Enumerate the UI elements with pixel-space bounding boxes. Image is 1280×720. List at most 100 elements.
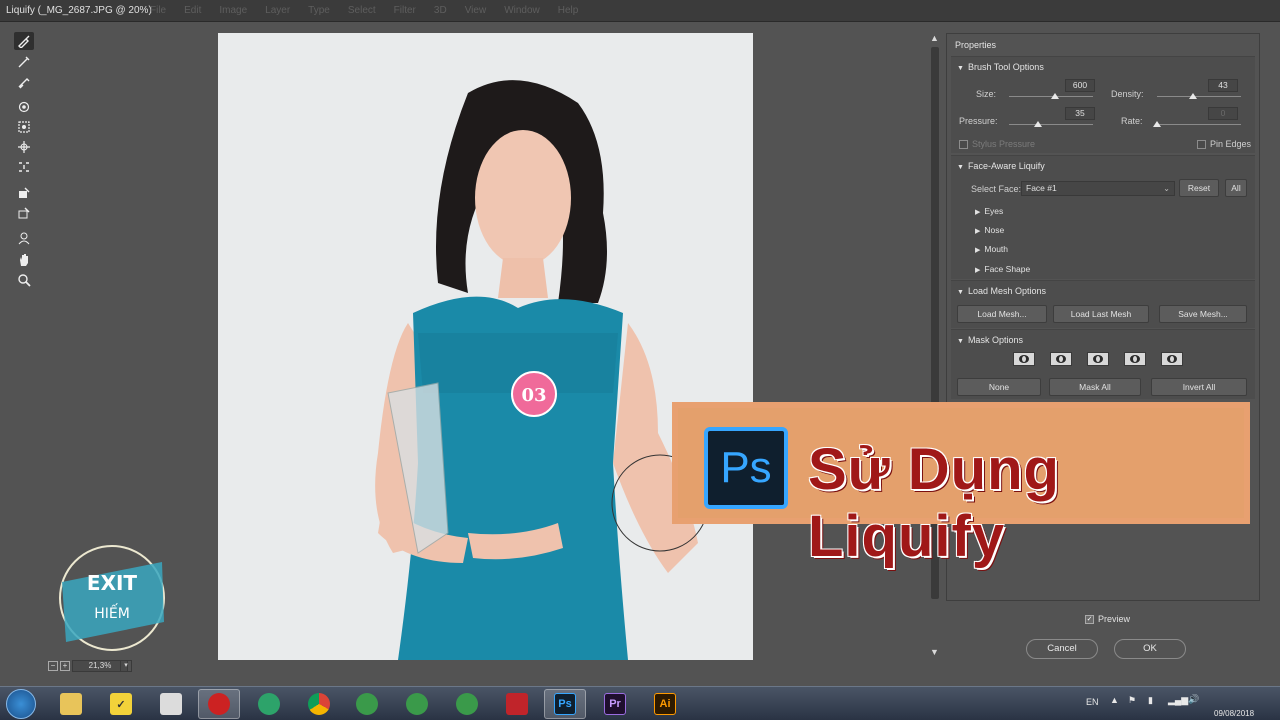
window-title: Liquify (_MG_2687.JPG @ 20%) <box>6 5 152 16</box>
face-shape-label: Face Shape <box>984 264 1031 274</box>
illustrator-icon[interactable]: Ai <box>644 689 686 719</box>
all-button[interactable]: All <box>1225 179 1247 197</box>
size-slider[interactable] <box>1009 93 1093 101</box>
rate-slider[interactable] <box>1153 121 1241 129</box>
face-tool-icon[interactable] <box>14 229 34 247</box>
select-face-value: Face #1 <box>1026 183 1057 193</box>
freeze-mask-icon[interactable] <box>14 184 34 202</box>
face-aware-toggle[interactable]: ▼ Face-Aware Liquify <box>957 161 1045 171</box>
liquify-app: Liquify (_MG_2687.JPG @ 20%) File Edit I… <box>0 0 1280 720</box>
menu-item: Help <box>557 5 579 16</box>
badge-number: 03 <box>521 385 546 406</box>
face-shape-item[interactable]: ▶ Face Shape <box>975 264 1030 274</box>
invert-all-button[interactable]: Invert All <box>1151 378 1247 396</box>
scroll-up-icon[interactable]: ▲ <box>930 33 939 43</box>
ok-button[interactable]: OK <box>1114 639 1186 659</box>
scroll-down-icon[interactable]: ▼ <box>930 647 939 657</box>
push-left-icon[interactable] <box>14 158 34 176</box>
intersect-selection-icon[interactable] <box>1124 352 1146 366</box>
menu-item: 3D <box>433 5 447 16</box>
triangle-right-icon: ▶ <box>975 228 981 235</box>
smooth-icon[interactable] <box>14 73 34 91</box>
clock-date[interactable]: 09/08/2018 <box>1214 709 1254 718</box>
eyes-label: Eyes <box>984 206 1004 216</box>
network-icon[interactable]: ⚑ <box>1128 695 1136 706</box>
premiere-icon[interactable]: Pr <box>594 689 636 719</box>
load-mesh-button[interactable]: Load Mesh... <box>957 305 1047 323</box>
chrome-icon[interactable] <box>298 689 340 719</box>
mask-all-button[interactable]: Mask All <box>1049 378 1141 396</box>
app-coc-coc-3-icon[interactable] <box>446 689 488 719</box>
preview-label: Preview <box>1098 614 1131 624</box>
app-coc-coc-2-icon[interactable] <box>396 689 438 719</box>
language-indicator[interactable]: EN <box>1086 697 1099 707</box>
triangle-right-icon: ▶ <box>975 247 981 254</box>
signal-icon[interactable]: ▂▄▆ <box>1168 695 1188 706</box>
volume-icon[interactable]: 🔊 <box>1188 694 1199 705</box>
exit-hiem-logo: EXIT HIẾM <box>52 542 174 654</box>
app-coc-coc-1-icon[interactable] <box>346 689 388 719</box>
pin-edges-label: Pin Edges <box>1210 139 1252 149</box>
mesh-options-section: ▼ Load Mesh Options Load Mesh... Load Las… <box>951 280 1255 328</box>
photo-canvas[interactable]: 03 <box>218 33 753 660</box>
banner-title: Sử Dụng Liquify <box>808 437 1060 569</box>
stylus-pressure-checkbox[interactable] <box>959 140 968 149</box>
preview-toggle[interactable]: ✓ Preview <box>1085 614 1131 625</box>
brush-options-section: ▼ Brush Tool Options Size: 600 Density: 4… <box>951 56 1255 153</box>
sticky-notes-icon[interactable]: ✓ <box>100 689 142 719</box>
replace-selection-icon[interactable] <box>1013 352 1035 366</box>
size-input[interactable]: 600 <box>1065 79 1095 92</box>
app-red-icon[interactable] <box>496 689 538 719</box>
forward-warp-icon[interactable] <box>14 32 34 50</box>
pin-edges-checkbox[interactable] <box>1197 140 1206 149</box>
save-mesh-button[interactable]: Save Mesh... <box>1159 305 1247 323</box>
flag-icon[interactable]: ▮ <box>1148 695 1153 706</box>
density-slider[interactable] <box>1157 93 1241 101</box>
file-explorer-icon[interactable] <box>50 689 92 719</box>
screen-recorder-icon[interactable] <box>198 689 240 719</box>
panel-title: Properties <box>955 40 997 50</box>
canvas-area[interactable]: 03 <box>44 22 928 662</box>
bloat-icon[interactable] <box>14 138 34 156</box>
density-input[interactable]: 43 <box>1208 79 1238 92</box>
brush-options-toggle[interactable]: ▼ Brush Tool Options <box>957 62 1044 72</box>
invert-selection-icon[interactable] <box>1161 352 1183 366</box>
size-label: Size: <box>976 89 997 99</box>
reconstruct-icon[interactable] <box>14 53 34 71</box>
mesh-options-heading: Load Mesh Options <box>967 286 1046 296</box>
start-button[interactable] <box>6 689 36 719</box>
thaw-mask-icon[interactable] <box>14 204 34 222</box>
add-to-selection-icon[interactable] <box>1050 352 1072 366</box>
face-aware-heading: Face-Aware Liquify <box>967 161 1045 171</box>
mask-none-button[interactable]: None <box>957 378 1041 396</box>
reset-button[interactable]: Reset <box>1179 179 1219 197</box>
title-bar: Liquify (_MG_2687.JPG @ 20%) File Edit I… <box>0 0 1280 22</box>
photoshop-icon[interactable]: Ps <box>544 689 586 719</box>
triangle-down-icon: ▼ <box>957 65 964 72</box>
app-green-icon[interactable] <box>248 689 290 719</box>
mouth-item[interactable]: ▶ Mouth <box>975 244 1008 254</box>
load-last-mesh-button[interactable]: Load Last Mesh <box>1053 305 1149 323</box>
calculator-icon[interactable] <box>150 689 192 719</box>
face-aware-section: ▼ Face-Aware Liquify Select Face: Face #1… <box>951 155 1255 279</box>
pucker-icon[interactable] <box>14 118 34 136</box>
nose-item[interactable]: ▶ Nose <box>975 225 1004 235</box>
hand-icon[interactable] <box>14 251 34 269</box>
zoom-out-icon[interactable]: − <box>48 661 58 671</box>
preview-checkbox[interactable]: ✓ <box>1085 615 1094 625</box>
show-hidden-icons-icon[interactable]: ▲ <box>1110 695 1119 705</box>
rate-input[interactable]: 0 <box>1208 107 1238 120</box>
mask-options-toggle[interactable]: ▼ Mask Options <box>957 335 1023 345</box>
pressure-input[interactable]: 35 <box>1065 107 1095 120</box>
subtract-from-selection-icon[interactable] <box>1087 352 1109 366</box>
twirl-icon[interactable] <box>14 98 34 116</box>
cancel-button[interactable]: Cancel <box>1026 639 1098 659</box>
pressure-slider[interactable] <box>1009 121 1093 129</box>
eyes-item[interactable]: ▶ Eyes <box>975 206 1003 216</box>
chevron-down-icon[interactable]: ▾ <box>120 660 132 672</box>
select-face-dropdown[interactable]: Face #1 ⌄ <box>1021 181 1175 196</box>
zoom-in-icon[interactable]: + <box>60 661 70 671</box>
menu-item: Edit <box>184 5 202 16</box>
zoom-icon[interactable] <box>14 271 34 289</box>
mesh-options-toggle[interactable]: ▼ Load Mesh Options <box>957 286 1046 296</box>
